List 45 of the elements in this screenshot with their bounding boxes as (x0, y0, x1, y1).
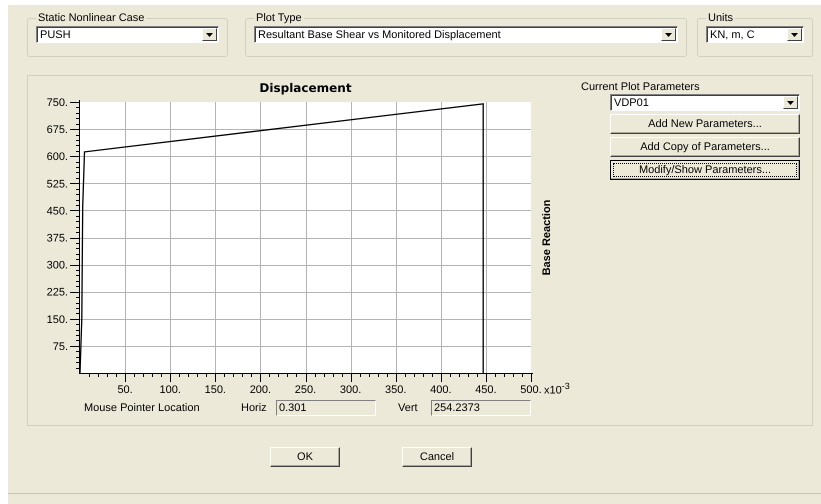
axis-tick-label: 400. (430, 384, 452, 396)
axis-tick-label: 525. (46, 178, 68, 190)
case-dropdown[interactable]: PUSH (36, 26, 219, 43)
group-label: Static Nonlinear Case (37, 12, 146, 24)
field-label: Mouse Pointer Location (84, 402, 201, 414)
axis-tick-label: 350. (385, 384, 406, 396)
axis-tick-label: 375. (46, 232, 68, 244)
axis-tick-label: 300. (340, 384, 362, 396)
parameters-dropdown[interactable]: VDP01 (610, 94, 800, 111)
axis-tick-label: 450. (46, 205, 68, 218)
axis-tick-label: 600. (46, 151, 68, 164)
axis-tick-label: 200. (250, 384, 272, 396)
group-label: Plot Type (255, 12, 303, 24)
axis-multiplier: x10$^{-3}$ (544, 381, 570, 397)
horiz-field[interactable]: 0.301 (276, 400, 376, 416)
axis-tick-label: 300. (46, 260, 68, 272)
field-label: Horiz (241, 402, 268, 414)
dialog-button[interactable]: Cancel (402, 447, 472, 467)
parameters-button[interactable]: Modify/Show Parameters... (610, 160, 800, 180)
caret-icon (206, 32, 213, 36)
axis-tick-label: 250. (294, 384, 316, 396)
axis-tick-label: 500. (520, 384, 542, 396)
dialog-button[interactable]: OK (270, 447, 340, 467)
axis-tick-label: 100. (160, 384, 181, 396)
field-label: Vert (398, 402, 419, 414)
axis-tick-label: 75. (52, 340, 68, 353)
units-dropdown[interactable]: KN, m, C (706, 26, 804, 43)
axis-tick-label: 675. (46, 124, 68, 136)
caret-icon (791, 32, 798, 36)
caret-icon (787, 100, 794, 104)
parameters-button[interactable]: Add New Parameters... (610, 114, 800, 134)
axis-tick-label: 225. (46, 286, 68, 299)
axis-tick-label: 150. (46, 314, 68, 326)
caret-icon (665, 32, 672, 36)
axis-tick-label: 450. (475, 384, 497, 396)
parameters-button[interactable]: Add Copy of Parameters... (610, 137, 800, 157)
section-label: Current Plot Parameters (581, 81, 700, 93)
axis-tick-label: 750. (46, 97, 68, 109)
axis-tick-label: 50. (117, 384, 133, 396)
vert-field[interactable]: 254.2373 (431, 400, 531, 416)
group-label: Units (707, 12, 734, 24)
plot-type-dropdown[interactable]: Resultant Base Shear vs Monitored Displacement (254, 26, 678, 43)
axis-tick-label: 150. (204, 384, 226, 396)
axis-title: Base Reaction (541, 200, 553, 276)
chart-title: Displacement (259, 81, 352, 95)
